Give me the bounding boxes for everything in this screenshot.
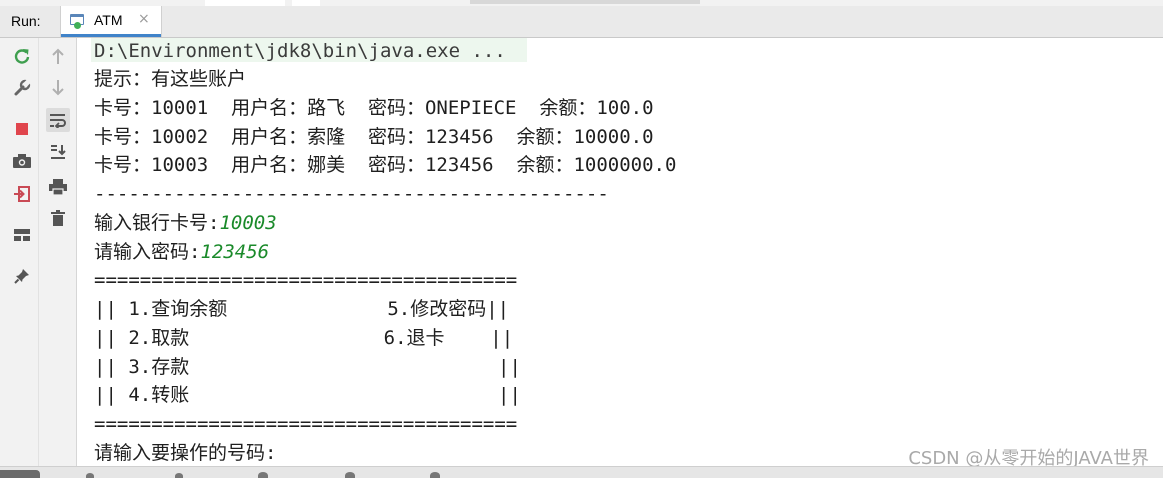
tab-atm[interactable]: ATM × bbox=[60, 6, 162, 37]
menu-row: || 2.取款 6.退卡 || bbox=[94, 327, 514, 349]
password-input: 123456 bbox=[200, 241, 270, 263]
console-line: 卡号：10002 用户名：索隆 密码：123456 余额：10000.0 bbox=[94, 126, 654, 148]
trash-icon[interactable] bbox=[46, 206, 70, 230]
run-tab-bar: Run: ATM × bbox=[0, 6, 1163, 38]
bottom-fragment bbox=[0, 470, 40, 478]
console-line: 提示：有这些账户 bbox=[94, 68, 247, 90]
console-separator: ----------------------------------------… bbox=[94, 183, 609, 205]
bottom-fragment bbox=[258, 472, 268, 478]
menu-border-bottom: ===================================== bbox=[94, 413, 518, 435]
console-output[interactable]: D:\Environment\jdk8\bin\java.exe ... 提示：… bbox=[77, 38, 1163, 478]
bottom-fragment bbox=[430, 472, 440, 478]
up-arrow-icon[interactable] bbox=[46, 44, 70, 68]
menu-border-top: ===================================== bbox=[94, 269, 518, 291]
password-prompt-label: 请输入密码: bbox=[94, 241, 201, 263]
soft-wrap-icon[interactable] bbox=[46, 108, 70, 132]
bottom-fragment bbox=[345, 472, 355, 478]
rerun-icon[interactable] bbox=[10, 44, 34, 68]
close-icon[interactable]: × bbox=[138, 11, 150, 27]
command-line[interactable]: D:\Environment\jdk8\bin\java.exe ... bbox=[94, 38, 506, 64]
console-line: 卡号：10001 用户名：路飞 密码：ONEPIECE 余额：100.0 bbox=[94, 97, 654, 119]
card-number-prompt: 输入银行卡号:10003 bbox=[94, 210, 277, 236]
print-icon[interactable] bbox=[46, 175, 70, 199]
bottom-fragment bbox=[175, 473, 183, 478]
scroll-to-end-icon[interactable] bbox=[46, 140, 70, 164]
wrench-icon[interactable] bbox=[10, 76, 34, 100]
menu-row: || 4.转账 || bbox=[94, 384, 521, 406]
card-number-input: 10003 bbox=[219, 212, 277, 234]
tab-atm-label: ATM bbox=[94, 12, 123, 28]
menu-row: || 3.存款 || bbox=[94, 356, 521, 378]
operation-prompt: 请输入要操作的号码: bbox=[94, 442, 277, 464]
exit-icon[interactable] bbox=[10, 182, 34, 206]
stop-icon[interactable] bbox=[10, 117, 34, 141]
layout-icon[interactable] bbox=[10, 223, 34, 247]
menu-row: || 1.查询余额 5.修改密码|| bbox=[94, 298, 510, 320]
down-arrow-icon[interactable] bbox=[46, 76, 70, 100]
bottom-bar-edge bbox=[0, 466, 1163, 478]
running-indicator-icon bbox=[74, 22, 81, 29]
console-line: 卡号：10003 用户名：娜美 密码：123456 余额：1000000.0 bbox=[94, 154, 677, 176]
camera-icon[interactable] bbox=[10, 149, 34, 173]
password-prompt: 请输入密码:123456 bbox=[94, 239, 269, 265]
editor-text-fragment bbox=[470, 0, 700, 4]
ide-run-window: Run: ATM × D:\Environment\jdk8\bin\java.… bbox=[0, 0, 1163, 478]
run-label: Run: bbox=[11, 13, 41, 29]
run-toolbar bbox=[0, 38, 77, 478]
toolbar-divider bbox=[38, 38, 39, 478]
bottom-fragment bbox=[86, 473, 94, 478]
pin-icon[interactable] bbox=[10, 264, 34, 288]
card-number-prompt-label: 输入银行卡号: bbox=[94, 212, 220, 234]
